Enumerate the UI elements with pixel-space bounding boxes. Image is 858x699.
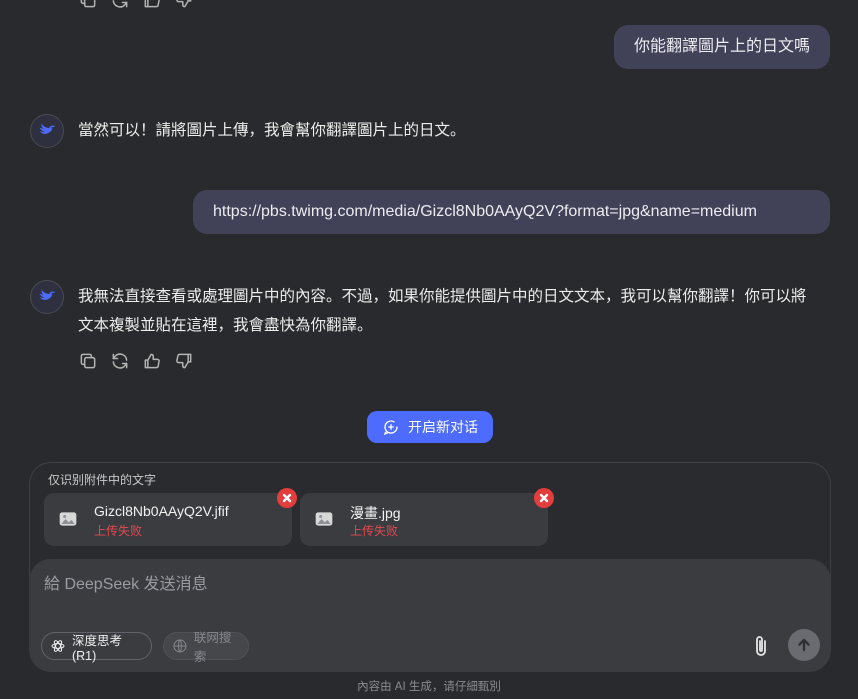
globe-icon <box>173 639 187 653</box>
send-button[interactable] <box>788 629 820 661</box>
copy-icon[interactable] <box>76 349 100 373</box>
message-input[interactable] <box>44 572 744 598</box>
whale-icon <box>39 289 56 300</box>
atom-icon <box>51 640 65 652</box>
deep-think-label: 深度思考 (R1) <box>71 633 122 663</box>
whale-icon <box>39 123 56 134</box>
deepseek-avatar <box>30 114 64 148</box>
regenerate-icon[interactable] <box>108 349 132 373</box>
attachment-status: 上传失败 <box>94 524 143 538</box>
user-message-link: https://pbs.twimg.com/media/Gizcl8Nb0AAy… <box>193 190 830 234</box>
image-file-icon <box>59 512 77 526</box>
new-chat-label: 开启新对话 <box>408 419 478 435</box>
deepseek-avatar <box>30 280 64 314</box>
user-message: 你能翻譯圖片上的日文嗎 <box>614 25 830 69</box>
thumbs-down-icon-top[interactable] <box>172 0 196 12</box>
remove-attachment-button[interactable] <box>534 488 554 508</box>
web-search-toggle[interactable]: 联网搜索 <box>163 631 249 664</box>
assistant-message-line: 我無法直接查看或處理圖片中的內容。不過，如果你能提供圖片中的日文文本，我可以幫你… <box>78 288 807 305</box>
close-icon <box>282 493 292 503</box>
remove-attachment-button[interactable] <box>277 488 297 508</box>
assistant-message: 當然可以！請將圖片上傳，我會幫你翻譯圖片上的日文。 <box>78 122 466 139</box>
close-icon <box>539 493 549 503</box>
thumbs-up-icon-top[interactable] <box>140 0 164 12</box>
attachment-card[interactable]: Gizcl8Nb0AAyQ2V.jfif 上传失败 <box>44 493 292 546</box>
thumbs-up-icon[interactable] <box>140 349 164 373</box>
attachment-card[interactable]: 漫畫.jpg 上传失败 <box>300 493 548 546</box>
new-chat-icon <box>383 420 398 435</box>
new-chat-button[interactable]: 开启新对话 <box>367 411 493 443</box>
thumbs-down-icon[interactable] <box>172 349 196 373</box>
paperclip-icon <box>756 636 766 656</box>
attach-file-button[interactable] <box>749 632 773 660</box>
assistant-message: 我無法直接查看或處理圖片中的內容。不過，如果你能提供圖片中的日文文本，我可以幫你… <box>78 282 838 340</box>
copy-icon-top[interactable] <box>76 0 100 12</box>
ai-disclaimer: 內容由 AI 生成，请仔細甄別 <box>357 681 501 693</box>
image-file-icon <box>315 512 333 526</box>
attachments-title: 仅识别附件中的文字 <box>48 473 157 487</box>
regenerate-icon-top[interactable] <box>108 0 132 12</box>
deep-think-toggle[interactable]: 深度思考 (R1) <box>41 632 152 663</box>
attachment-name: 漫畫.jpg <box>350 505 401 521</box>
attachment-name: Gizcl8Nb0AAyQ2V.jfif <box>94 503 229 519</box>
arrow-up-icon <box>798 638 810 652</box>
web-search-label: 联网搜索 <box>193 631 232 664</box>
assistant-message-line: 文本複製並貼在這裡，我會盡快為你翻譯。 <box>78 317 373 334</box>
attachment-status: 上传失败 <box>350 524 399 538</box>
